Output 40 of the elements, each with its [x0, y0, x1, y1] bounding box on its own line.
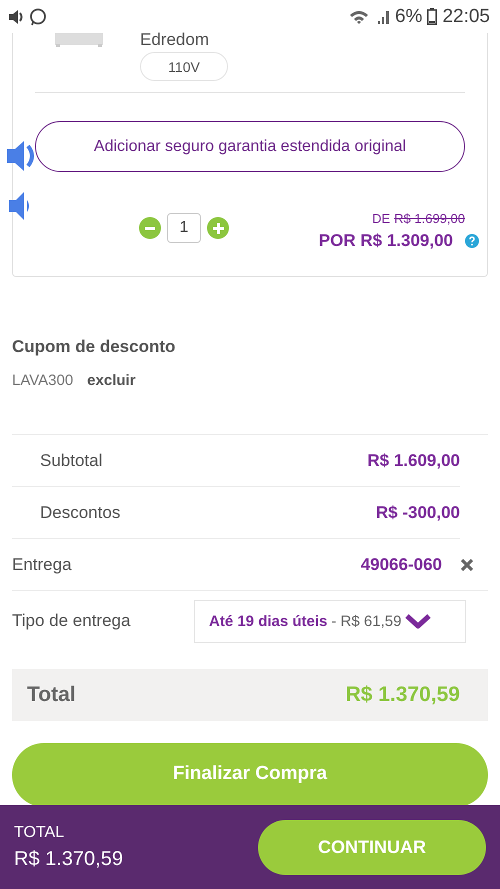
clock: 22:05 [442, 6, 490, 28]
section-title: Cupom de desconto [12, 337, 176, 357]
remove-link[interactable]: excluir [87, 372, 136, 389]
warranty-button[interactable]: Adicionar seguro garantia estendida original [35, 121, 465, 172]
summary-label: Subtotal [40, 450, 102, 470]
delivery-label: Entrega [12, 554, 72, 574]
wifi-icon [348, 8, 371, 24]
delivery-select[interactable]: Até 19 dias úteis - R$ 61,59 [194, 600, 466, 642]
chat-icon [29, 8, 47, 26]
close-button[interactable] [460, 558, 474, 572]
quantity-field[interactable]: 1 [167, 213, 201, 243]
battery-icon [427, 8, 438, 25]
total-label: TOTAL [14, 824, 66, 842]
product-name: Edredom [140, 31, 209, 48]
help-icon [465, 234, 479, 248]
product-image [55, 33, 103, 47]
price-label: DE [372, 211, 390, 226]
variant-chip[interactable]: 110V [140, 52, 228, 81]
battery-level: 6% [394, 6, 422, 28]
plus-icon [212, 222, 224, 234]
option-price: - R$ 61,59 [331, 612, 402, 630]
price: POR R$ 1.309,00 [318, 231, 453, 251]
delivery-type-label: Tipo de entrega [12, 611, 130, 631]
volume-icon [8, 8, 24, 24]
total-value: R$ 1.370,59 [346, 683, 460, 707]
chevron-down-icon [405, 613, 432, 629]
total-label: Total [27, 683, 76, 707]
plus-button[interactable] [207, 217, 229, 239]
close-icon [460, 558, 474, 572]
option-text: Até 19 dias úteis [209, 612, 328, 630]
old-price: R$ 1.699,00 [394, 211, 465, 226]
signal-icon [376, 8, 390, 24]
total-value: R$ 1.370,59 [14, 848, 123, 870]
minus-button[interactable] [139, 217, 161, 239]
summary-label: Descontos [40, 502, 120, 522]
minus-icon [145, 226, 155, 230]
coupon-code: LAVA300 [12, 372, 74, 389]
summary-value: R$ 1.609,00 [367, 450, 460, 470]
zip-code: 49066-060 [360, 554, 442, 574]
summary-value: R$ -300,00 [376, 502, 460, 522]
